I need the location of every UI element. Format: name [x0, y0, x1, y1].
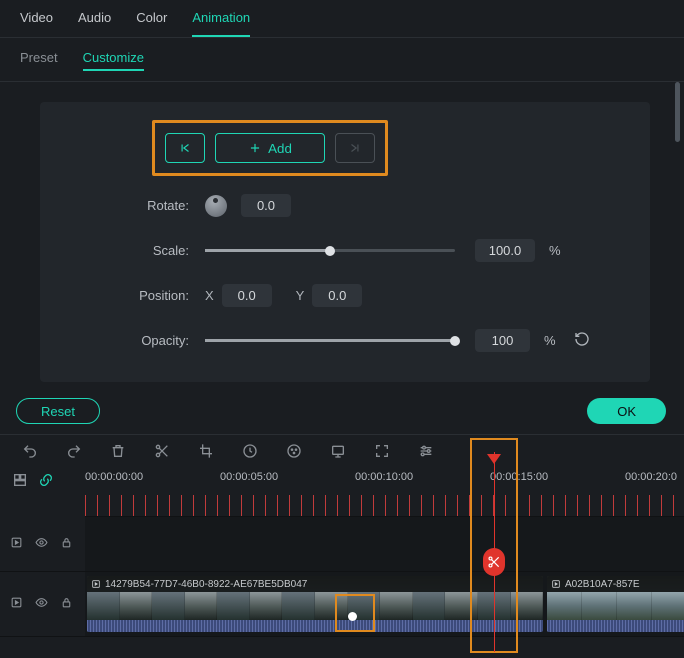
tab-audio[interactable]: Audio	[78, 10, 111, 37]
prev-keyframe-button[interactable]	[165, 133, 205, 163]
keyframe-marker[interactable]	[348, 612, 357, 621]
opacity-reset-icon[interactable]	[574, 331, 590, 350]
position-label: Position:	[60, 288, 205, 303]
redo-icon[interactable]	[66, 443, 82, 459]
timecode: 00:00:10:00	[355, 471, 413, 483]
rotate-value[interactable]: 0.0	[241, 194, 291, 217]
clip-2[interactable]: A02B10A7-857E	[547, 576, 684, 632]
position-x-value[interactable]: 0.0	[222, 284, 272, 307]
subtab-customize[interactable]: Customize	[83, 50, 144, 71]
adjust-icon[interactable]	[418, 443, 434, 459]
timecode-ruler[interactable]: 00:00:00:00 00:00:05:00 00:00:10:00 00:0…	[0, 467, 684, 495]
edit-toolbar	[0, 434, 684, 467]
timeline: 00:00:00:00 00:00:05:00 00:00:10:00 00:0…	[0, 467, 684, 637]
delete-icon[interactable]	[110, 443, 126, 459]
clip-1-label: 14279B54-77D7-46B0-8922-AE67BE5DB047	[105, 579, 307, 590]
position-x-label: X	[205, 288, 214, 303]
opacity-pct: %	[544, 333, 556, 348]
track-1	[0, 517, 684, 572]
scale-value[interactable]: 100.0	[475, 239, 535, 262]
timecode: 00:00:00:00	[85, 471, 143, 483]
track-lock-icon[interactable]	[60, 536, 73, 552]
clip-1[interactable]: 14279B54-77D7-46B0-8922-AE67BE5DB047	[87, 576, 543, 632]
subtab-preset[interactable]: Preset	[20, 50, 58, 71]
track-visibility-icon[interactable]	[35, 596, 48, 612]
scale-label: Scale:	[60, 243, 205, 258]
undo-icon[interactable]	[22, 443, 38, 459]
track-2: 14279B54-77D7-46B0-8922-AE67BE5DB047 A02…	[0, 572, 684, 637]
position-y-value[interactable]: 0.0	[312, 284, 362, 307]
timecode: 00:00:05:00	[220, 471, 278, 483]
ruler-ticks	[85, 495, 684, 517]
add-keyframe-label: Add	[268, 141, 292, 156]
opacity-value[interactable]: 100	[475, 329, 530, 352]
green-screen-icon[interactable]	[330, 443, 346, 459]
track-play-icon[interactable]	[10, 596, 23, 612]
keyframe-controls-highlight: Add	[152, 120, 388, 176]
timecode: 00:00:15:00	[490, 471, 548, 483]
track-play-icon[interactable]	[10, 536, 23, 552]
tab-animation[interactable]: Animation	[192, 10, 250, 37]
customize-panel: Add Rotate: 0.0 Scale: 100.0 % Position:…	[40, 102, 650, 382]
speed-icon[interactable]	[242, 443, 258, 459]
timecode: 00:00:20:0	[625, 471, 677, 483]
tab-color[interactable]: Color	[136, 10, 167, 37]
clip-2-label: A02B10A7-857E	[565, 579, 640, 590]
scrollbar-thumb[interactable]	[675, 82, 680, 142]
tab-video[interactable]: Video	[20, 10, 53, 37]
track-mode-icon[interactable]	[12, 472, 28, 491]
track-visibility-icon[interactable]	[35, 536, 48, 552]
reset-button[interactable]: Reset	[16, 398, 100, 424]
position-y-label: Y	[296, 288, 305, 303]
color-icon[interactable]	[286, 443, 302, 459]
rotate-dial[interactable]	[205, 195, 227, 217]
opacity-label: Opacity:	[60, 333, 205, 348]
split-icon[interactable]	[154, 443, 170, 459]
scale-pct: %	[549, 243, 561, 258]
add-keyframe-button[interactable]: Add	[215, 133, 325, 163]
crop-icon[interactable]	[198, 443, 214, 459]
link-icon[interactable]	[38, 472, 54, 491]
track-lock-icon[interactable]	[60, 596, 73, 612]
opacity-slider[interactable]	[205, 339, 455, 342]
next-keyframe-button	[335, 133, 375, 163]
ok-button[interactable]: OK	[587, 398, 666, 424]
rotate-label: Rotate:	[60, 198, 205, 213]
expand-icon[interactable]	[374, 443, 390, 459]
scale-slider[interactable]	[205, 249, 455, 252]
split-marker[interactable]	[483, 548, 505, 576]
